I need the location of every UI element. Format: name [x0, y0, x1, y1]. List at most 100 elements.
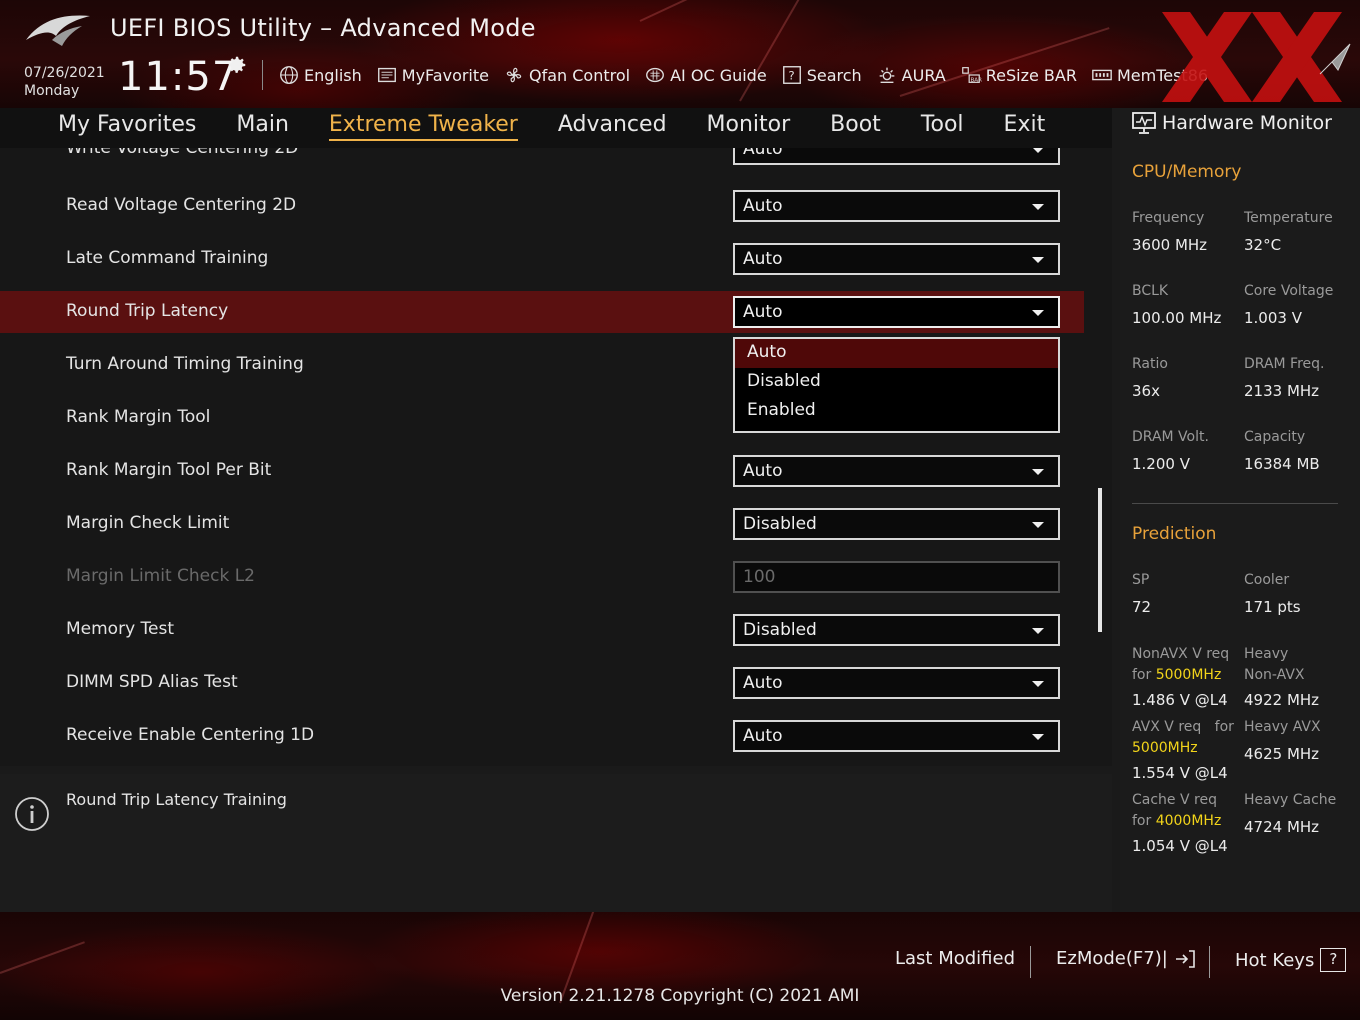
dram-freq-cell: DRAM Freq. 2133 MHz	[1244, 354, 1358, 402]
chevron-down-icon	[1032, 310, 1044, 316]
resize-bar-button[interactable]: BAR ReSize BAR	[960, 64, 1077, 86]
myfavorite-label: MyFavorite	[401, 65, 489, 85]
dropdown-option-enabled[interactable]: Enabled	[735, 397, 1058, 426]
tab-my-favorites[interactable]: My Favorites	[58, 112, 196, 141]
tab-advanced[interactable]: Advanced	[558, 112, 667, 141]
ezmode-button[interactable]: EzMode(F7)|	[1056, 948, 1196, 969]
setting-select[interactable]: Auto	[733, 455, 1060, 487]
dram-freq-label: DRAM Freq.	[1244, 356, 1325, 372]
footer-divider	[1209, 946, 1210, 978]
setting-select[interactable]: Disabled	[733, 614, 1060, 646]
help-question-icon: ?	[1320, 948, 1347, 972]
select-value: Disabled	[743, 620, 817, 640]
tab-extreme-tweaker[interactable]: Extreme Tweaker	[328, 112, 518, 141]
setting-row-memory-test[interactable]: Memory Test Disabled	[0, 609, 1084, 651]
setting-row-read-voltage-centering-2d[interactable]: Read Voltage Centering 2D Auto	[0, 185, 1084, 227]
select-value: Auto	[743, 673, 783, 693]
setting-select[interactable]: Auto	[733, 243, 1060, 275]
exit-arrow-icon	[1175, 949, 1195, 968]
last-modified-button[interactable]: Last Modified	[895, 948, 1015, 969]
language-label: English	[304, 65, 362, 85]
search-button[interactable]: ? Search	[781, 64, 862, 86]
globe-icon	[280, 66, 298, 84]
setting-select[interactable]: Auto	[733, 667, 1060, 699]
round-trip-latency-dropdown: Auto Disabled Enabled	[733, 337, 1060, 433]
bios-title: UEFI BIOS Utility – Advanced Mode	[110, 14, 536, 42]
gear-icon[interactable]	[226, 54, 248, 76]
setting-select[interactable]: Auto	[733, 720, 1060, 752]
capacity-label: Capacity	[1244, 429, 1306, 445]
setting-row-round-trip-latency[interactable]: Round Trip Latency Auto	[0, 291, 1084, 333]
sp-cell: SP 72	[1132, 570, 1246, 618]
nonavx-freq: 5000MHz	[1155, 667, 1222, 683]
bclk-cell: BCLK 100.00 MHz	[1132, 281, 1246, 329]
frequency-cell: Frequency 3600 MHz	[1132, 208, 1246, 256]
ai-oc-guide-button[interactable]: AI OC Guide	[644, 64, 767, 86]
dropdown-option-disabled[interactable]: Disabled	[735, 368, 1058, 397]
nonavx-value: 1.486 V @L4	[1132, 691, 1228, 709]
myfavorite-button[interactable]: MyFavorite	[376, 64, 489, 86]
setting-label: Margin Limit Check L2	[66, 566, 256, 586]
setting-row-receive-enable-centering-1d[interactable]: Receive Enable Centering 1D Auto	[0, 715, 1084, 757]
settings-scrollbar[interactable]	[1098, 488, 1102, 632]
search-label: Search	[806, 65, 862, 85]
setting-row-margin-check-limit[interactable]: Margin Check Limit Disabled	[0, 503, 1084, 545]
tab-main[interactable]: Main	[236, 112, 289, 141]
frequency-label: Frequency	[1132, 210, 1205, 226]
frequency-value: 3600 MHz	[1132, 236, 1208, 254]
heavy-nonavx-value: 4922 MHz	[1244, 691, 1320, 709]
setting-row-margin-limit-check-l2: Margin Limit Check L2 100	[0, 556, 1084, 598]
setting-label: Round Trip Latency	[66, 301, 229, 321]
nonavx-vreq-cell: NonAVX V req for 5000MHz 1.486 V @L4	[1132, 644, 1246, 711]
heavy-avx-cell: Heavy AVX 4625 MHz	[1244, 717, 1358, 765]
setting-select[interactable]: Disabled	[733, 508, 1060, 540]
dropdown-option-auto[interactable]: Auto	[735, 339, 1058, 368]
dram-freq-value: 2133 MHz	[1244, 382, 1320, 400]
tab-tool[interactable]: Tool	[921, 112, 964, 141]
clock-time: 11:57	[118, 54, 239, 100]
temperature-cell: Temperature 32°C	[1244, 208, 1358, 256]
avx-vreq-cell: AVX V req for 5000MHz 1.554 V @L4	[1132, 717, 1246, 784]
setting-select[interactable]: Auto	[733, 148, 1060, 165]
cache-for-line: for 4000MHz	[1132, 811, 1246, 832]
tab-exit[interactable]: Exit	[1004, 112, 1046, 141]
chevron-down-icon	[1032, 148, 1044, 153]
date-display: 07/26/2021 Monday	[24, 64, 105, 100]
setting-row-write-voltage-centering-2d[interactable]: Write Voltage Centering 2D Auto	[0, 148, 1084, 170]
cursor-arrow-icon	[1319, 43, 1351, 75]
last-modified-label: Last Modified	[895, 948, 1016, 969]
aura-light-icon	[879, 67, 894, 84]
avx-value: 1.554 V @L4	[1132, 764, 1228, 782]
setting-label: Late Command Training	[66, 248, 269, 268]
tab-boot[interactable]: Boot	[830, 112, 881, 141]
setting-row-rank-margin-tool-per-bit[interactable]: Rank Margin Tool Per Bit Auto	[0, 450, 1084, 492]
select-value: Auto	[743, 148, 783, 159]
svg-text:BAR: BAR	[970, 77, 981, 83]
nonavx-for-text: for	[1132, 667, 1152, 683]
monitor-icon	[1132, 112, 1156, 134]
tab-monitor[interactable]: Monitor	[707, 112, 791, 141]
heavy-cache-label: Heavy Cache	[1244, 792, 1337, 808]
ai-oc-guide-label: AI OC Guide	[670, 65, 767, 85]
hardwareluxx-watermark-logo	[1162, 12, 1342, 102]
qfan-control-button[interactable]: Qfan Control	[503, 64, 630, 86]
setting-label: Receive Enable Centering 1D	[66, 725, 315, 745]
language-button[interactable]: English	[278, 64, 362, 86]
ratio-value: 36x	[1132, 382, 1160, 400]
heavy-nonavx-label-1: Heavy	[1244, 646, 1289, 662]
svg-text:?: ?	[788, 69, 794, 83]
select-value: Auto	[743, 302, 783, 322]
hot-keys-button[interactable]: Hot Keys ?	[1235, 948, 1347, 972]
setting-row-dimm-spd-alias-test[interactable]: DIMM SPD Alias Test Auto	[0, 662, 1084, 704]
ezmode-label: EzMode(F7)|	[1056, 948, 1168, 969]
setting-row-late-command-training[interactable]: Late Command Training Auto	[0, 238, 1084, 280]
date-text: 07/26/2021	[24, 65, 105, 81]
aura-button[interactable]: AURA	[876, 64, 946, 86]
cpu-memory-section-title: CPU/Memory	[1132, 162, 1242, 182]
dram-volt-value: 1.200 V	[1132, 455, 1190, 473]
nonavx-for-line: for 5000MHz	[1132, 665, 1246, 686]
cache-value: 1.054 V @L4	[1132, 837, 1228, 855]
setting-select[interactable]: Auto	[733, 190, 1060, 222]
setting-select[interactable]: Auto	[733, 296, 1060, 328]
hot-keys-label: Hot Keys	[1235, 949, 1315, 971]
